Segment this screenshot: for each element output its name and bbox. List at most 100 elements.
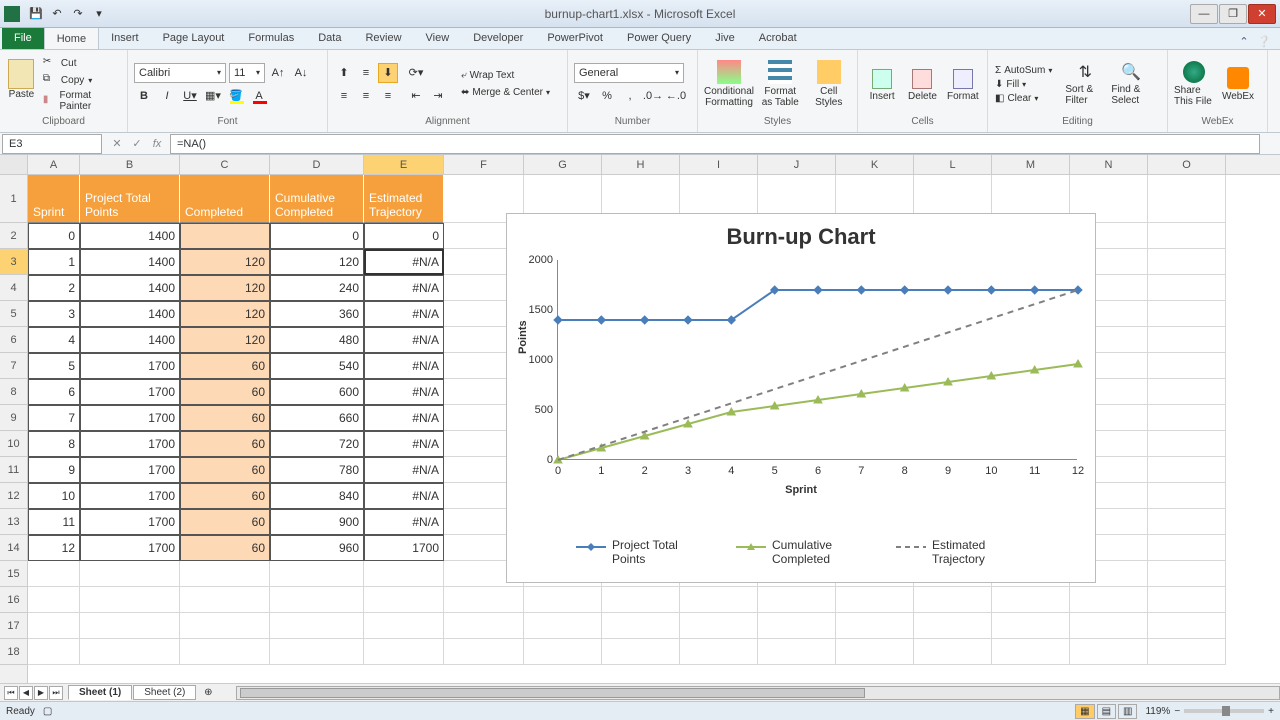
decrease-indent-icon[interactable]: ⇤ [406,86,426,106]
cell-D4[interactable]: 240 [270,275,364,301]
qat-more-icon[interactable]: ▾ [90,5,108,23]
cell-B15[interactable] [80,561,180,587]
column-header-D[interactable]: D [270,155,364,174]
fx-icon[interactable]: fx [148,135,166,153]
help-icon[interactable]: ❔ [1256,33,1272,49]
cell-B2[interactable]: 1400 [80,223,180,249]
cell-A10[interactable]: 8 [28,431,80,457]
row-header-6[interactable]: 6 [0,327,27,353]
new-sheet-icon[interactable]: ⊕ [200,687,216,698]
tab-review[interactable]: Review [353,27,413,49]
wrap-text-button[interactable]: ⤶Wrap Text [458,68,553,83]
cell-M16[interactable] [992,587,1070,613]
cell-O12[interactable] [1148,483,1226,509]
column-header-E[interactable]: E [364,155,444,174]
tab-power-query[interactable]: Power Query [615,27,703,49]
cell-A11[interactable]: 9 [28,457,80,483]
cell-A4[interactable]: 2 [28,275,80,301]
cell-E12[interactable]: #N/A [364,483,444,509]
column-header-N[interactable]: N [1070,155,1148,174]
column-header-B[interactable]: B [80,155,180,174]
row-header-8[interactable]: 8 [0,379,27,405]
cell-E8[interactable]: #N/A [364,379,444,405]
fill-button[interactable]: ⬇Fill ▾ [994,78,1053,91]
column-header-C[interactable]: C [180,155,270,174]
cell-G16[interactable] [524,587,602,613]
row-header-3[interactable]: 3 [0,249,27,275]
row-header-1[interactable]: 1 [0,175,27,223]
cell-C4[interactable]: 120 [180,275,270,301]
cell-E7[interactable]: #N/A [364,353,444,379]
sheet-nav-prev-icon[interactable]: ◀ [19,686,33,700]
header-cell-C[interactable]: Completed [180,175,270,223]
cell-C12[interactable]: 60 [180,483,270,509]
cell-K18[interactable] [836,639,914,665]
cell-O3[interactable] [1148,249,1226,275]
cell-B10[interactable]: 1700 [80,431,180,457]
cell-O14[interactable] [1148,535,1226,561]
header-cell-E[interactable]: Estimated Trajectory [364,175,444,223]
cell-K16[interactable] [836,587,914,613]
cell-E2[interactable]: 0 [364,223,444,249]
column-header-J[interactable]: J [758,155,836,174]
cell-A8[interactable]: 6 [28,379,80,405]
align-right-icon[interactable]: ≡ [378,86,398,106]
tab-formulas[interactable]: Formulas [236,27,306,49]
view-normal-icon[interactable]: ▦ [1075,704,1094,719]
cell-C14[interactable]: 60 [180,535,270,561]
currency-icon[interactable]: $▾ [574,86,594,106]
cell-D10[interactable]: 720 [270,431,364,457]
column-header-H[interactable]: H [602,155,680,174]
cell-C17[interactable] [180,613,270,639]
underline-button[interactable]: U▾ [180,86,200,106]
cell-C6[interactable]: 120 [180,327,270,353]
column-header-M[interactable]: M [992,155,1070,174]
row-header-18[interactable]: 18 [0,639,27,665]
font-name-select[interactable]: Calibri▾ [134,63,226,83]
header-cell-O[interactable] [1148,175,1226,223]
cell-E6[interactable]: #N/A [364,327,444,353]
cell-A12[interactable]: 10 [28,483,80,509]
minimize-button[interactable]: — [1190,4,1218,24]
cell-C11[interactable]: 60 [180,457,270,483]
cell-F17[interactable] [444,613,524,639]
tab-page-layout[interactable]: Page Layout [151,27,237,49]
cell-J16[interactable] [758,587,836,613]
cell-B3[interactable]: 1400 [80,249,180,275]
column-header-I[interactable]: I [680,155,758,174]
align-left-icon[interactable]: ≡ [334,86,354,106]
font-size-select[interactable]: 11▾ [229,63,265,83]
zoom-in-icon[interactable]: + [1268,706,1274,717]
cell-O13[interactable] [1148,509,1226,535]
select-all-corner[interactable] [0,155,28,174]
cell-A18[interactable] [28,639,80,665]
tab-insert[interactable]: Insert [99,27,151,49]
row-header-5[interactable]: 5 [0,301,27,327]
cell-B16[interactable] [80,587,180,613]
cell-N16[interactable] [1070,587,1148,613]
merge-center-button[interactable]: ⬌Merge & Center ▾ [458,85,553,100]
autosum-button[interactable]: ΣAutoSum ▾ [994,64,1053,77]
sheet-nav-first-icon[interactable]: ⏮ [4,686,18,700]
orientation-icon[interactable]: ⟳▾ [406,63,426,83]
cell-E17[interactable] [364,613,444,639]
cell-K17[interactable] [836,613,914,639]
cell-A7[interactable]: 5 [28,353,80,379]
cell-B5[interactable]: 1400 [80,301,180,327]
cell-C5[interactable]: 120 [180,301,270,327]
cell-N17[interactable] [1070,613,1148,639]
cell-L18[interactable] [914,639,992,665]
cell-styles-button[interactable]: Cell Styles [807,58,852,110]
row-header-15[interactable]: 15 [0,561,27,587]
webex-button[interactable]: WebEx [1218,67,1258,102]
tab-powerpivot[interactable]: PowerPivot [535,27,615,49]
horizontal-scrollbar[interactable] [236,686,1280,700]
cell-D9[interactable]: 660 [270,405,364,431]
cell-O18[interactable] [1148,639,1226,665]
cell-B13[interactable]: 1700 [80,509,180,535]
cell-G17[interactable] [524,613,602,639]
cell-O2[interactable] [1148,223,1226,249]
cell-O7[interactable] [1148,353,1226,379]
percent-icon[interactable]: % [597,86,617,106]
cell-A15[interactable] [28,561,80,587]
